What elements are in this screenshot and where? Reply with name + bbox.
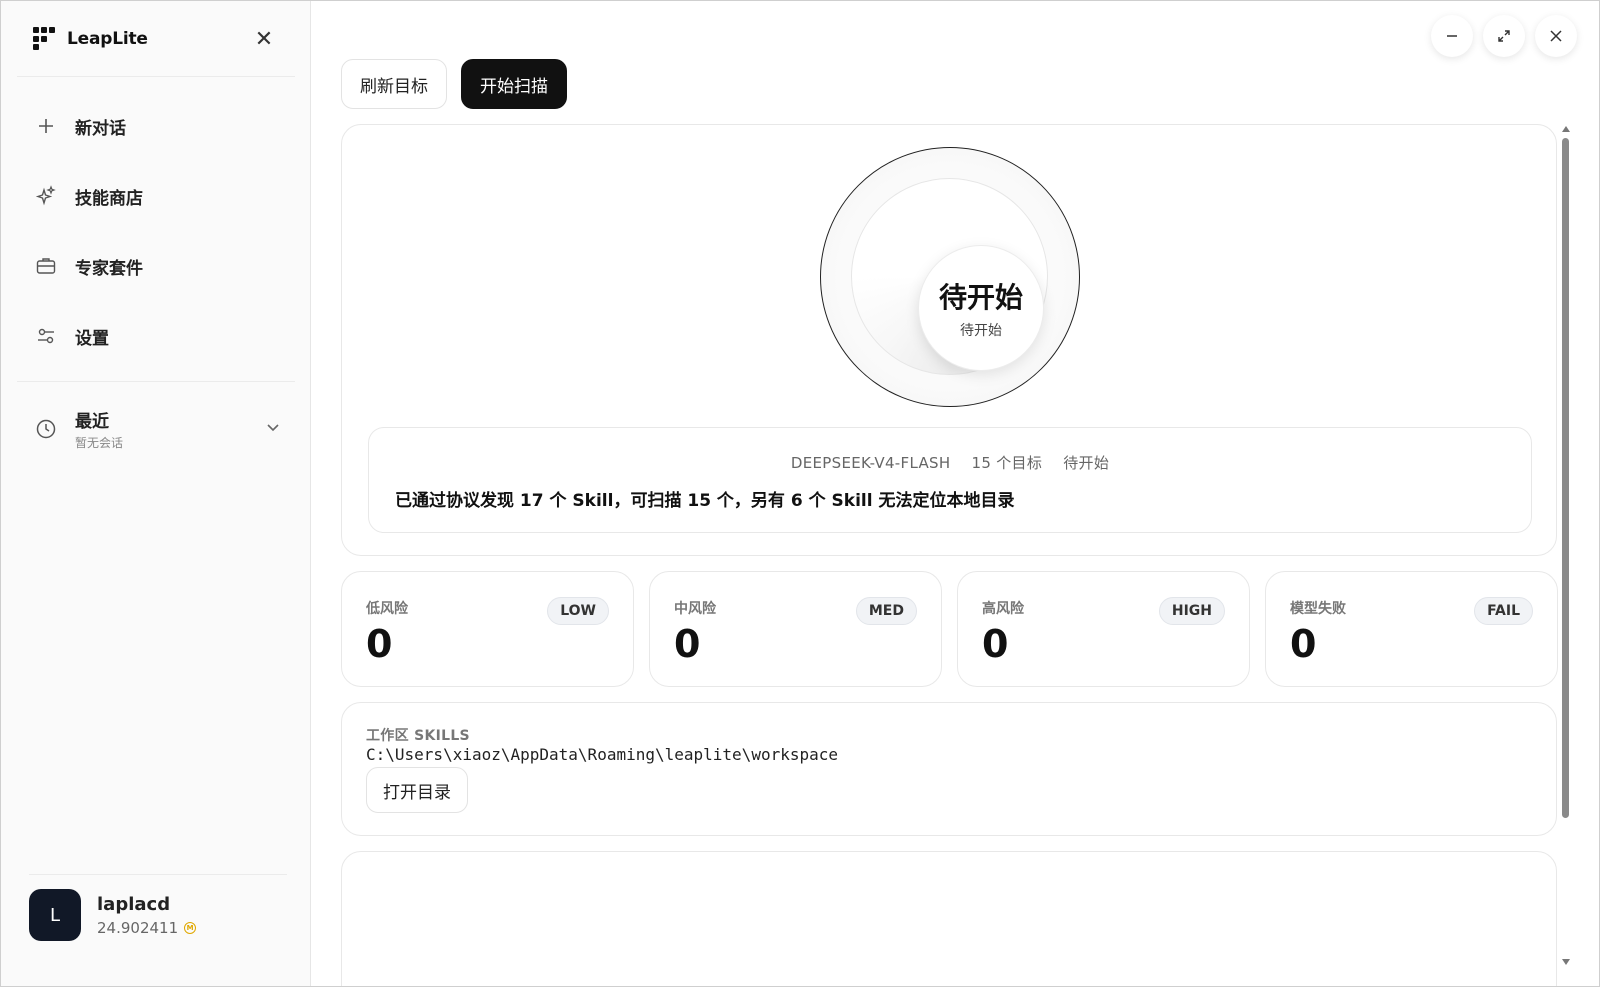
stat-value: 0 bbox=[1290, 622, 1317, 666]
chevron-down-icon[interactable] bbox=[265, 419, 281, 439]
main-scrollbar[interactable] bbox=[1559, 124, 1573, 969]
recent-title: 最近 bbox=[75, 412, 109, 432]
plus-icon bbox=[35, 115, 57, 137]
workspace-panel: 工作区 SKILLS C:\Users\xiaoz\AppData\Roamin… bbox=[341, 702, 1557, 836]
briefcase-icon bbox=[35, 255, 57, 277]
scan-status-title: 待开始 bbox=[938, 281, 1023, 314]
expand-icon bbox=[1498, 30, 1510, 42]
sparkles-icon bbox=[35, 185, 57, 207]
scroll-up-icon[interactable] bbox=[1562, 126, 1570, 132]
stat-card-high: 高风险 HIGH 0 bbox=[957, 571, 1250, 687]
sidebar-item-label: 新对话 bbox=[75, 118, 126, 139]
close-window-button[interactable] bbox=[1535, 15, 1577, 57]
leaplite-logo-icon bbox=[33, 27, 57, 51]
sidebar-nav: 新对话 技能商店 专家套件 设置 bbox=[17, 91, 295, 371]
scan-progress-ring: 待开始 待开始 bbox=[820, 147, 1080, 407]
sidebar-item-new-chat[interactable]: 新对话 bbox=[17, 91, 295, 161]
scroll-down-icon[interactable] bbox=[1562, 959, 1570, 965]
user-profile[interactable]: L laplacd 24.902411 M bbox=[29, 889, 197, 941]
scan-ring-track: 待开始 待开始 bbox=[851, 178, 1048, 375]
scan-status-core: 待开始 待开始 bbox=[918, 245, 1044, 371]
status-badge: HIGH bbox=[1158, 597, 1225, 625]
scan-summary: 已通过协议发现 17 个 Skill，可扫描 15 个，另有 6 个 Skill… bbox=[395, 491, 1015, 511]
stat-value: 0 bbox=[674, 622, 701, 666]
stat-card-med: 中风险 MED 0 bbox=[649, 571, 942, 687]
brand-name: LeapLite bbox=[67, 29, 148, 49]
sidebar-item-expert-kit[interactable]: 专家套件 bbox=[17, 231, 295, 301]
open-directory-button[interactable]: 打开目录 bbox=[366, 767, 468, 813]
divider bbox=[29, 874, 287, 875]
stat-label: 中风险 bbox=[674, 601, 716, 617]
stat-card-low: 低风险 LOW 0 bbox=[341, 571, 634, 687]
stat-label: 高风险 bbox=[982, 601, 1024, 617]
results-panel bbox=[341, 851, 1557, 986]
workspace-path: C:\Users\xiaoz\AppData\Roaming\leaplite\… bbox=[366, 745, 839, 764]
minimize-button[interactable] bbox=[1431, 15, 1473, 57]
scan-status-subtitle: 待开始 bbox=[960, 323, 1002, 339]
status-badge: LOW bbox=[547, 597, 609, 625]
workspace-label: 工作区 SKILLS bbox=[366, 728, 470, 744]
divider bbox=[17, 381, 295, 382]
maximize-button[interactable] bbox=[1483, 15, 1525, 57]
brand: LeapLite bbox=[33, 27, 148, 51]
window-controls bbox=[1431, 15, 1577, 57]
sliders-icon bbox=[35, 325, 57, 347]
scan-status: 待开始 bbox=[1063, 454, 1110, 472]
sidebar-item-skill-store[interactable]: 技能商店 bbox=[17, 161, 295, 231]
sidebar-item-label: 专家套件 bbox=[75, 258, 143, 279]
divider bbox=[17, 76, 295, 77]
stat-card-fail: 模型失败 FAIL 0 bbox=[1265, 571, 1558, 687]
app-window: LeapLite ✕ 新对话 技能商店 专家套件 设置 最近 暂无会话 L la… bbox=[0, 0, 1600, 987]
stat-value: 0 bbox=[366, 622, 393, 666]
toolbar: 刷新目标 开始扫描 bbox=[341, 59, 567, 109]
recent-section[interactable]: 最近 暂无会话 bbox=[17, 397, 295, 461]
scroll-thumb[interactable] bbox=[1562, 138, 1569, 818]
status-badge: MED bbox=[855, 597, 917, 625]
close-sidebar-icon[interactable]: ✕ bbox=[253, 29, 275, 51]
refresh-targets-button[interactable]: 刷新目标 bbox=[341, 59, 447, 109]
stat-value: 0 bbox=[982, 622, 1009, 666]
stat-label: 低风险 bbox=[366, 601, 408, 617]
sidebar-item-label: 技能商店 bbox=[75, 188, 143, 209]
balance-value: 24.902411 bbox=[97, 918, 179, 937]
sidebar: LeapLite ✕ 新对话 技能商店 专家套件 设置 最近 暂无会话 L la… bbox=[1, 1, 311, 986]
start-scan-button[interactable]: 开始扫描 bbox=[461, 59, 567, 109]
status-badge: FAIL bbox=[1474, 597, 1533, 625]
user-name: laplacd bbox=[97, 893, 171, 915]
clock-icon bbox=[35, 418, 57, 440]
close-icon bbox=[1550, 30, 1562, 42]
user-balance: 24.902411 M bbox=[97, 918, 197, 937]
model-name: DEEPSEEK-V4-FLASH bbox=[790, 454, 951, 472]
avatar: L bbox=[29, 889, 81, 941]
sidebar-item-settings[interactable]: 设置 bbox=[17, 301, 295, 371]
scan-info-box: DEEPSEEK-V4-FLASH 15 个目标 待开始 已通过协议发现 17 … bbox=[368, 427, 1532, 533]
coin-icon: M bbox=[184, 921, 197, 934]
sidebar-item-label: 设置 bbox=[75, 328, 109, 349]
scan-meta: DEEPSEEK-V4-FLASH 15 个目标 待开始 bbox=[369, 452, 1531, 473]
target-count: 15 个目标 bbox=[971, 454, 1043, 472]
scan-panel: 待开始 待开始 DEEPSEEK-V4-FLASH 15 个目标 待开始 已通过… bbox=[341, 124, 1557, 556]
recent-subtitle: 暂无会话 bbox=[75, 436, 124, 450]
stat-label: 模型失败 bbox=[1290, 601, 1346, 617]
minimize-icon bbox=[1447, 35, 1457, 37]
